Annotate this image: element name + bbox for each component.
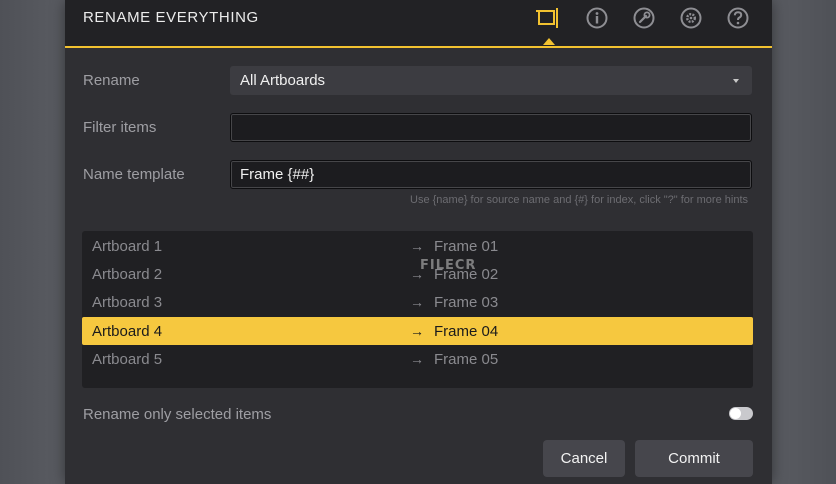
source-name: Artboard 4 — [92, 322, 163, 340]
selected-only-label: Rename only selected items — [83, 406, 272, 423]
list-item[interactable]: Artboard 3 → Frame 03 — [82, 288, 753, 316]
rename-select[interactable]: All Artboards — [230, 66, 752, 95]
source-name: Artboard 1 — [92, 237, 163, 255]
target-name: Frame 01 — [434, 237, 499, 255]
arrow-right-icon: → — [410, 323, 424, 339]
dialog-header: RENAME EVERYTHING — [65, 0, 772, 48]
list-item[interactable]: Artboard 5 → Frame 05 — [82, 345, 753, 373]
target-name: Frame 05 — [434, 350, 499, 368]
toggle-knob — [730, 408, 741, 419]
arrow-right-icon: → — [410, 351, 424, 367]
rename-label: Rename — [83, 72, 140, 89]
source-name: Artboard 5 — [92, 350, 163, 368]
source-name: Artboard 3 — [92, 293, 163, 311]
arrow-right-icon: → — [410, 294, 424, 310]
commit-button[interactable]: Commit — [635, 440, 753, 477]
target-name: Frame 04 — [434, 322, 499, 340]
preview-list: Artboard 1 → Frame 01 Artboard 2 → Frame… — [82, 231, 753, 388]
target-name: Frame 03 — [434, 293, 499, 311]
template-label: Name template — [83, 166, 185, 183]
template-input[interactable] — [230, 160, 752, 189]
rename-select-value: All Artboards — [240, 72, 326, 89]
filter-input[interactable] — [230, 113, 752, 142]
cancel-button[interactable]: Cancel — [543, 440, 625, 477]
selected-only-toggle[interactable] — [729, 407, 753, 420]
rename-dialog: RENAME EVERYTHING Rename All Artboards F… — [65, 0, 772, 484]
watermark-logo: FILECR — [420, 258, 477, 273]
gear-icon[interactable] — [679, 6, 703, 30]
list-item-selected[interactable]: Artboard 4 → Frame 04 — [82, 317, 753, 345]
active-tab-indicator — [543, 38, 555, 45]
info-icon[interactable] — [585, 6, 609, 30]
help-icon[interactable] — [726, 6, 750, 30]
list-item[interactable]: Artboard 2 → Frame 02 — [82, 260, 753, 288]
wrench-icon[interactable] — [632, 6, 656, 30]
dialog-title: RENAME EVERYTHING — [83, 9, 259, 26]
chevron-down-icon — [733, 79, 739, 83]
arrow-right-icon: → — [410, 238, 424, 254]
list-item[interactable]: Artboard 1 → Frame 01 — [82, 232, 753, 260]
filter-label: Filter items — [83, 119, 157, 136]
artboard-icon[interactable] — [536, 6, 560, 30]
template-hint: Use {name} for source name and {#} for i… — [410, 194, 748, 206]
source-name: Artboard 2 — [92, 265, 163, 283]
